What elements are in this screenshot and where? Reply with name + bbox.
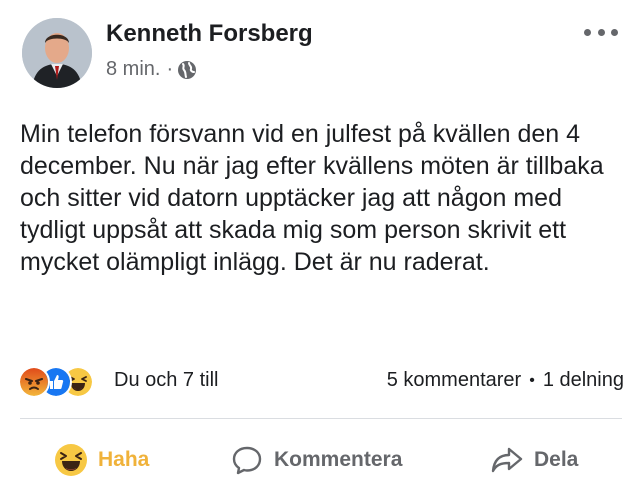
comments-count[interactable]: 5 kommentarer	[387, 369, 522, 392]
comment-icon	[232, 446, 262, 475]
globe-icon	[178, 60, 197, 79]
more-options-icon[interactable]	[584, 24, 618, 40]
share-button[interactable]: Dela	[490, 436, 578, 484]
engagement-stats: 5 kommentarer • 1 delning	[387, 369, 624, 392]
reaction-count[interactable]: Du och 7 till	[114, 369, 219, 392]
haha-icon	[55, 444, 87, 476]
share-icon	[491, 447, 523, 473]
post-meta: 8 min. ·	[106, 58, 197, 81]
post-text: Min telefon försvann vid en julfest på k…	[20, 120, 604, 276]
avatar[interactable]	[22, 18, 92, 88]
meta-separator: ·	[166, 58, 174, 80]
haha-reaction-button[interactable]: Haha	[54, 436, 149, 484]
reaction-icons[interactable]	[18, 366, 110, 398]
comment-button[interactable]: Kommentera	[230, 436, 402, 484]
author-name[interactable]: Kenneth Forsberg	[106, 20, 313, 48]
haha-label: Haha	[98, 448, 150, 471]
share-label: Dela	[534, 448, 579, 471]
angry-icon	[18, 366, 50, 398]
stats-separator: •	[529, 371, 535, 389]
reactions-summary[interactable]: Du och 7 till 5 kommentarer • 1 delning	[18, 364, 624, 398]
avatar-photo	[22, 18, 92, 88]
shares-count[interactable]: 1 delning	[543, 369, 624, 392]
actions-divider	[20, 418, 622, 419]
post-timestamp[interactable]: 8 min.	[106, 58, 160, 81]
action-bar: Haha Kommentera Dela	[20, 436, 622, 484]
comment-label: Kommentera	[274, 448, 403, 471]
post-header: Kenneth Forsberg 8 min. ·	[22, 14, 622, 94]
